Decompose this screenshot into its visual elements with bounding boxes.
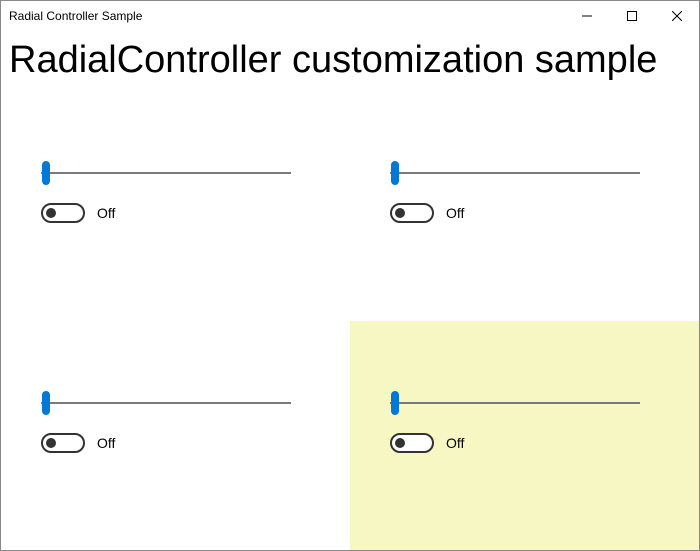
slider-3[interactable] (390, 391, 640, 415)
slider-1[interactable] (390, 161, 640, 185)
panel-0: Off (1, 91, 350, 321)
close-button[interactable] (654, 1, 699, 31)
toggle-row-2: Off (41, 433, 310, 453)
panel-3: Off (350, 321, 699, 551)
minimize-button[interactable] (564, 1, 609, 31)
titlebar: Radial Controller Sample (1, 1, 699, 31)
slider-track (390, 402, 640, 404)
toggle-knob (46, 438, 56, 448)
toggle-label-3: Off (446, 435, 464, 451)
toggle-2[interactable] (41, 433, 85, 453)
slider-track (41, 402, 291, 404)
toggle-label-1: Off (446, 205, 464, 221)
panel-grid: Off Off Off (1, 91, 699, 550)
slider-thumb[interactable] (42, 391, 50, 415)
slider-thumb[interactable] (391, 391, 399, 415)
slider-2[interactable] (41, 391, 291, 415)
slider-0[interactable] (41, 161, 291, 185)
maximize-icon (627, 11, 637, 21)
panel-2: Off (1, 321, 350, 551)
toggle-row-1: Off (390, 203, 659, 223)
panel-1: Off (350, 91, 699, 321)
page-title: RadialController customization sample (1, 31, 699, 90)
toggle-row-3: Off (390, 433, 659, 453)
minimize-icon (582, 11, 592, 21)
slider-track (41, 172, 291, 174)
maximize-button[interactable] (609, 1, 654, 31)
toggle-0[interactable] (41, 203, 85, 223)
toggle-knob (46, 208, 56, 218)
slider-track (390, 172, 640, 174)
toggle-knob (395, 438, 405, 448)
toggle-row-0: Off (41, 203, 310, 223)
slider-thumb[interactable] (42, 161, 50, 185)
window-controls (564, 1, 699, 31)
window-title: Radial Controller Sample (9, 9, 564, 23)
toggle-3[interactable] (390, 433, 434, 453)
toggle-label-2: Off (97, 435, 115, 451)
toggle-label-0: Off (97, 205, 115, 221)
close-icon (672, 11, 682, 21)
toggle-knob (395, 208, 405, 218)
toggle-1[interactable] (390, 203, 434, 223)
slider-thumb[interactable] (391, 161, 399, 185)
